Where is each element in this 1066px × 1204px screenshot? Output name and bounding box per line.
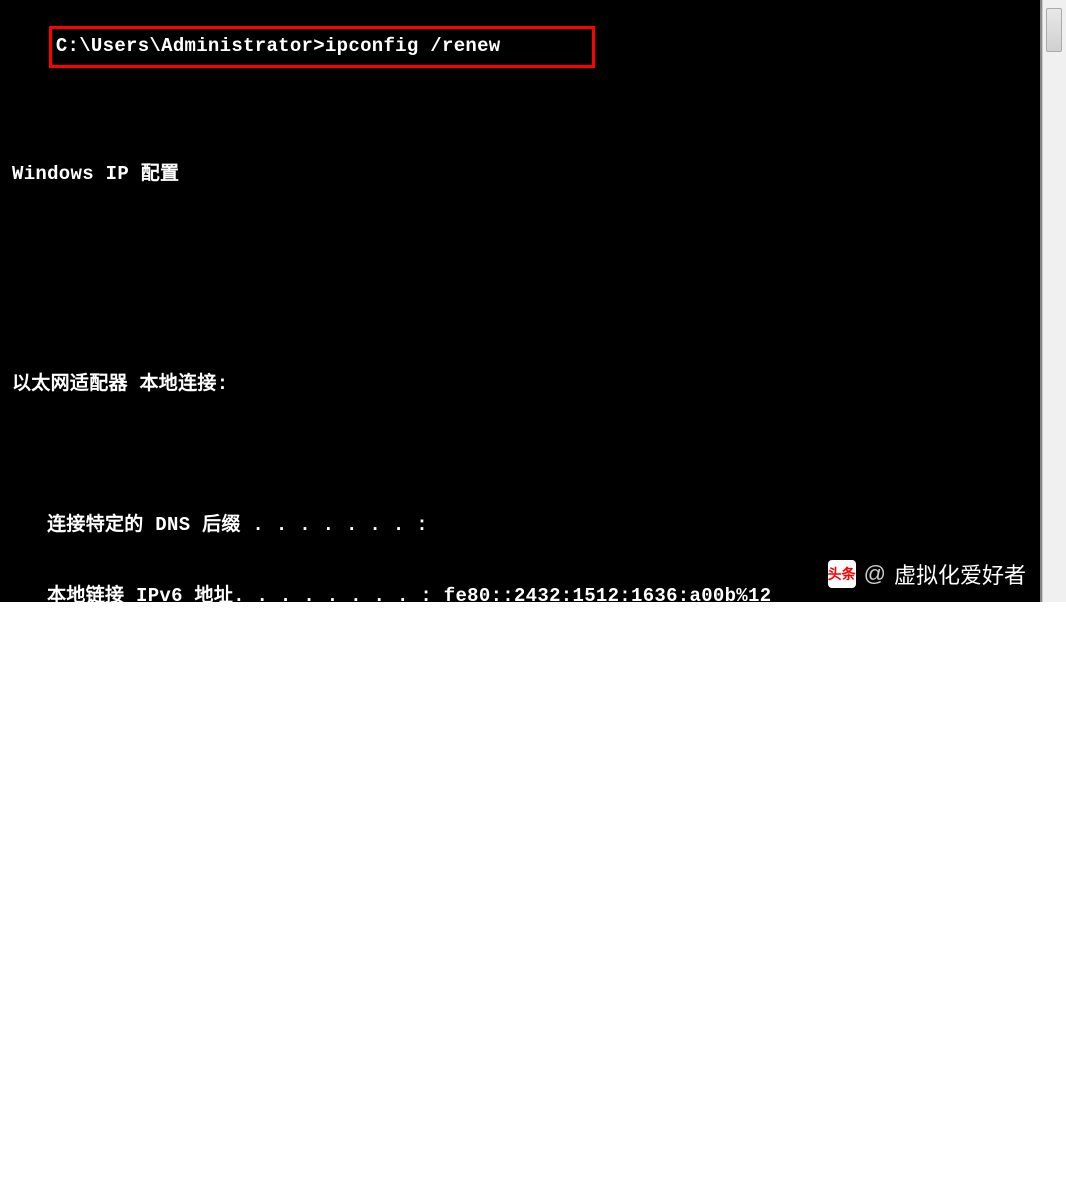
command-text: ipconfig /renew [325,35,501,57]
toutiao-logo-icon: 头条 [828,560,856,588]
adapter1-ipv4: IPv4 地址 . . . . . . . . . . . . : 192.16… [0,656,1040,680]
scrollbar-thumb[interactable] [1046,8,1062,52]
vertical-scrollbar[interactable] [1042,0,1066,602]
watermark-author: 虚拟化爱好者 [894,558,1026,590]
adapter1-title: 以太网适配器 本地连接: [0,373,1040,397]
adapter1-subnet: 子网掩码 . . . . . . . . . . . . : 255.255.2… [0,728,1040,752]
prompt-text: C:\Users\Administrator> [56,35,325,57]
command-highlight-box: C:\Users\Administrator>ipconfig /renew [49,26,595,68]
cmd-terminal-window[interactable]: C:\Users\Administrator>ipconfig /renew W… [0,0,1042,602]
terminal-output: C:\Users\Administrator>ipconfig /renew W… [0,0,1040,1204]
adapter1-gateway: 默认网关. . . . . . . . . . . . . : [0,799,1040,823]
adapter2-title: 隧道适配器 isatap.{4165C41C-7800-47D2-A6A6-0D… [0,940,1040,964]
watermark: 头条 @ 虚拟化爱好者 [828,558,1026,590]
adapter2-media: 媒体状态 . . . . . . . . . . . . : 媒体已断开 [0,1080,1040,1104]
adapter1-dns-suffix: 连接特定的 DNS 后缀 . . . . . . . : [0,514,1040,538]
watermark-at: @ [864,561,886,587]
adapter2-dns-suffix: 连接特定的 DNS 后缀 . . . . . . . : [0,1152,1040,1176]
ip-config-header: Windows IP 配置 [0,163,1040,187]
